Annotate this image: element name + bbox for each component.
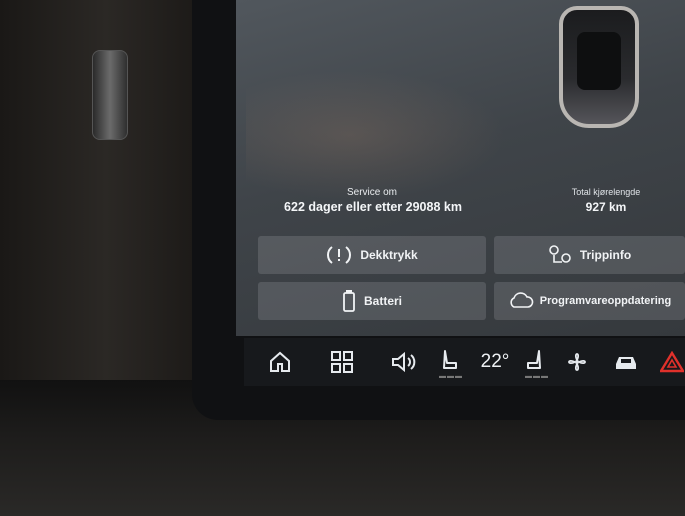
- battery-icon: [342, 289, 356, 313]
- screen-reflection: [246, 70, 506, 200]
- fan-icon[interactable]: [560, 346, 594, 378]
- car-top-view-image: [559, 6, 639, 128]
- bottom-climate-bar: ▬▬▬ 22° ▬▬▬: [244, 338, 685, 386]
- seat-heat-right-icon[interactable]: ▬▬▬: [520, 346, 550, 380]
- infotainment-screen: Service om 622 dager eller etter 29088 k…: [236, 0, 685, 336]
- car-roof-window: [577, 32, 621, 90]
- software-update-button[interactable]: Programvareoppdatering: [494, 282, 685, 320]
- volume-icon[interactable]: [384, 346, 424, 378]
- home-icon[interactable]: [262, 346, 298, 378]
- car-icon[interactable]: [608, 346, 644, 378]
- hazard-icon[interactable]: [658, 346, 685, 378]
- battery-label: Batteri: [363, 294, 402, 308]
- tire-pressure-icon: [326, 244, 352, 266]
- seat-heat-left-icon[interactable]: ▬▬▬: [434, 346, 464, 380]
- apps-grid-icon[interactable]: [324, 346, 360, 378]
- seat-heat-level-dots: ▬▬▬: [439, 373, 463, 380]
- cloud-icon: [508, 292, 534, 310]
- odometer-value: 927 km: [585, 200, 627, 214]
- air-vent-handle: [92, 50, 128, 140]
- seat-heat-level-dots-right: ▬▬▬: [525, 373, 549, 380]
- tire-pressure-label: Dekktrykk: [360, 248, 418, 262]
- trip-info-button[interactable]: Trippinfo: [494, 236, 685, 274]
- service-label: Service om: [346, 187, 397, 198]
- trip-info-label: Trippinfo: [579, 248, 632, 262]
- software-update-label: Programvareoppdatering: [539, 295, 672, 307]
- route-pin-icon: [548, 244, 572, 266]
- service-value: 622 dager eller etter 29088 km: [284, 200, 462, 214]
- odometer-label: Total kjørelengde: [571, 187, 641, 197]
- battery-button[interactable]: Batteri: [258, 282, 486, 320]
- temperature-display[interactable]: 22°: [470, 346, 520, 378]
- tire-pressure-button[interactable]: Dekktrykk: [258, 236, 486, 274]
